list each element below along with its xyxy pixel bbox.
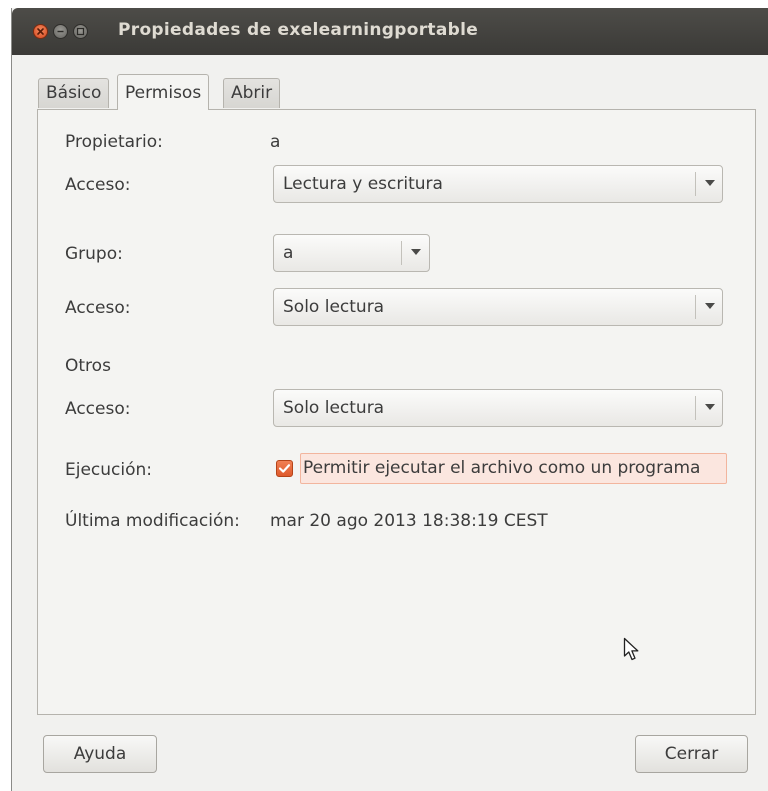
tab-permisos[interactable]: Permisos bbox=[117, 74, 210, 110]
close-button[interactable]: Cerrar bbox=[635, 735, 748, 773]
exec-checkbox-label[interactable]: Permitir ejecutar el archivo como un pro… bbox=[300, 453, 727, 484]
modified-value: mar 20 ago 2013 18:38:19 CEST bbox=[270, 511, 548, 531]
owner-label: Propietario: bbox=[65, 132, 163, 152]
check-icon bbox=[278, 464, 291, 473]
chevron-down-icon bbox=[411, 249, 421, 255]
close-icon bbox=[37, 28, 44, 35]
group-access-value: Solo lectura bbox=[283, 297, 385, 317]
properties-dialog: Propiedades de exelearningportable Básic… bbox=[11, 8, 768, 791]
chevron-down-icon bbox=[705, 180, 715, 186]
group-value: a bbox=[283, 243, 294, 263]
combo-separator bbox=[401, 241, 402, 265]
minimize-icon bbox=[57, 30, 64, 33]
modified-label: Última modificación: bbox=[65, 511, 240, 531]
mouse-cursor-icon bbox=[623, 637, 639, 661]
others-label: Otros bbox=[65, 356, 111, 376]
titlebar[interactable]: Propiedades de exelearningportable bbox=[12, 8, 768, 55]
exec-label: Ejecución: bbox=[65, 460, 153, 480]
minimize-window-button[interactable] bbox=[53, 24, 68, 39]
owner-access-label: Acceso: bbox=[65, 175, 131, 195]
exec-checkbox[interactable] bbox=[276, 460, 293, 477]
group-label: Grupo: bbox=[65, 244, 123, 264]
combo-separator bbox=[695, 295, 696, 319]
maximize-window-button[interactable] bbox=[73, 24, 88, 39]
combo-separator bbox=[695, 396, 696, 420]
window-title: Propiedades de exelearningportable bbox=[118, 20, 479, 40]
owner-value: a bbox=[270, 132, 281, 152]
others-access-label: Acceso: bbox=[65, 399, 131, 419]
others-access-select[interactable]: Solo lectura bbox=[273, 389, 723, 427]
group-select[interactable]: a bbox=[273, 234, 430, 272]
group-access-label: Acceso: bbox=[65, 298, 131, 318]
tab-basico[interactable]: Básico bbox=[38, 78, 110, 108]
tab-abrir-con[interactable]: Abrir con bbox=[223, 78, 281, 131]
group-access-select[interactable]: Solo lectura bbox=[273, 288, 723, 326]
chevron-down-icon bbox=[705, 303, 715, 309]
combo-separator bbox=[695, 172, 696, 196]
owner-access-select[interactable]: Lectura y escritura bbox=[273, 165, 723, 203]
chevron-down-icon bbox=[705, 404, 715, 410]
maximize-icon bbox=[76, 27, 85, 36]
help-button[interactable]: Ayuda bbox=[43, 735, 157, 773]
owner-access-value: Lectura y escritura bbox=[283, 174, 443, 194]
others-access-value: Solo lectura bbox=[283, 398, 385, 418]
close-window-button[interactable] bbox=[33, 24, 48, 39]
exec-checkbox-row[interactable]: Permitir ejecutar el archivo como un pro… bbox=[271, 453, 727, 484]
